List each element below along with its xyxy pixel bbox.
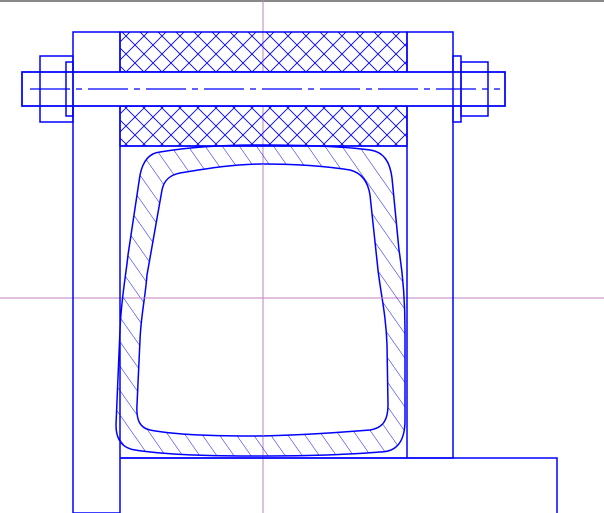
profile-inner-contour <box>136 163 389 437</box>
cad-drawing-canvas[interactable] <box>0 0 604 513</box>
lower-pad <box>119 105 408 147</box>
upper-pad <box>119 31 408 73</box>
hollow-profile-section <box>115 144 406 457</box>
